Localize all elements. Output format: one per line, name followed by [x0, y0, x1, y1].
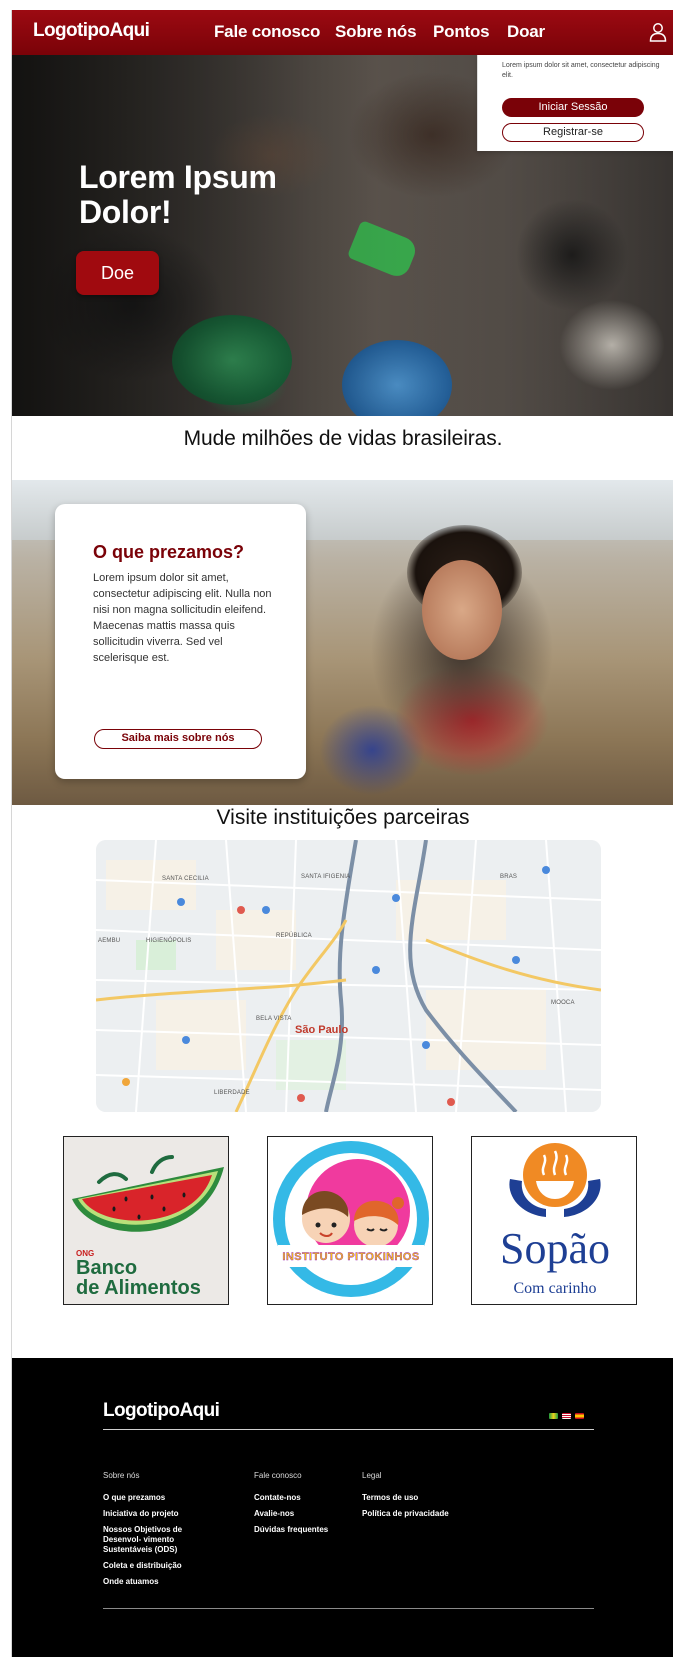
footer-link[interactable]: Política de privacidade: [362, 1509, 492, 1519]
register-button[interactable]: Registrar-se: [502, 123, 644, 142]
footer-link[interactable]: Onde atuamos: [103, 1577, 233, 1587]
map-label: LIBERDADE: [214, 1090, 250, 1096]
login-dropdown: Lorem ipsum dolor sit amet, consectetur …: [477, 55, 673, 151]
page: LogotipoAqui Fale conosco Sobre nós Pont…: [11, 10, 673, 1657]
footer-link[interactable]: Coleta e distribuição: [103, 1561, 233, 1571]
map-label: SANTA IFIGENIA: [301, 874, 351, 880]
spain-flag-icon[interactable]: [575, 1413, 584, 1419]
map-label: HIGIENÓPOLIS: [146, 938, 192, 944]
partner-logo-subtext: Com carinho: [513, 1280, 597, 1297]
donate-button[interactable]: Doe: [76, 251, 159, 295]
nav-item-sobre-nos[interactable]: Sobre nós: [335, 22, 417, 42]
watermelon-icon: [72, 1155, 224, 1232]
login-button[interactable]: Iniciar Sessão: [502, 98, 644, 117]
footer-column-about: Sobre nós O que prezamos Iniciativa do p…: [103, 1471, 233, 1593]
values-title: O que prezamos?: [93, 542, 245, 562]
partner-logo-text: ONG Banco de Alimentos: [76, 1249, 201, 1299]
footer-logo[interactable]: LogotipoAqui: [103, 1400, 220, 1422]
partner-logo-instituto-pitokinhos[interactable]: INSTITUTO PITOKINHOS: [267, 1136, 433, 1305]
background-photo-detail: [422, 560, 502, 660]
nav-item-fale-conosco[interactable]: Fale conosco: [214, 22, 320, 42]
values-card: O que prezamos? Lorem ipsum dolor sit am…: [55, 504, 306, 779]
map-label: SANTA CECILIA: [162, 876, 209, 882]
footer-column-heading: Sobre nós: [103, 1471, 140, 1480]
footer-divider: [103, 1608, 594, 1609]
map-label: MOOCA: [551, 1000, 575, 1006]
soup-bowl-icon: [509, 1143, 601, 1217]
partner-logo-banco-de-alimentos[interactable]: ONG Banco de Alimentos: [63, 1136, 229, 1305]
values-text: Lorem ipsum dolor sit amet, consectetur …: [93, 572, 272, 664]
footer-link[interactable]: Nossos Objetivos de Desenvol- vimento Su…: [103, 1525, 221, 1555]
language-selector: [549, 1413, 584, 1419]
logo[interactable]: LogotipoAqui: [33, 20, 150, 42]
footer-column-legal: Legal Termos de uso Política de privacid…: [362, 1471, 492, 1525]
nav-item-pontos[interactable]: Pontos: [433, 22, 490, 42]
partner-logo-sopao[interactable]: Sopão Com carinho: [471, 1136, 637, 1305]
footer-link[interactable]: Dúvidas frequentes: [254, 1525, 384, 1535]
dropdown-text: Lorem ipsum dolor sit amet, consectetur …: [502, 62, 660, 79]
nav-item-doar[interactable]: Doar: [507, 22, 545, 42]
footer-divider: [103, 1429, 594, 1430]
brazil-flag-icon[interactable]: [549, 1413, 558, 1419]
footer-link[interactable]: Iniciativa do projeto: [103, 1509, 233, 1519]
values-section: O que prezamos? Lorem ipsum dolor sit am…: [12, 480, 673, 805]
about-us-button[interactable]: Saiba mais sobre nós: [94, 729, 262, 749]
map-label: AEMBU: [98, 938, 121, 944]
map-city-label: São Paulo: [295, 1024, 349, 1036]
partner-logo-text: INSTITUTO PITOKINHOS: [282, 1251, 420, 1263]
map-label: REPÚBLICA: [276, 933, 312, 939]
top-navbar: LogotipoAqui Fale conosco Sobre nós Pont…: [12, 10, 673, 55]
usa-flag-icon[interactable]: [562, 1413, 571, 1419]
map-label: BELA VISTA: [256, 1016, 292, 1022]
user-icon[interactable]: [649, 22, 667, 42]
footer-link[interactable]: Termos de uso: [362, 1493, 492, 1503]
hero-title: Lorem Ipsum Dolor!: [79, 159, 277, 230]
footer-link[interactable]: O que prezamos: [103, 1493, 233, 1503]
children-icon: [273, 1141, 429, 1297]
partners-title: Visite instituições parceiras: [216, 806, 470, 829]
footer-column-heading: Legal: [362, 1471, 382, 1480]
partner-logo-text: Sopão: [500, 1224, 610, 1273]
footer: LogotipoAqui Sobre nós O que prezamos In…: [12, 1358, 673, 1657]
tagline: Mude milhões de vidas brasileiras.: [183, 427, 503, 450]
partners-map[interactable]: SANTA CECILIA SANTA IFIGENIA BRAS REPÚBL…: [96, 840, 601, 1112]
map-label: BRAS: [500, 874, 518, 880]
